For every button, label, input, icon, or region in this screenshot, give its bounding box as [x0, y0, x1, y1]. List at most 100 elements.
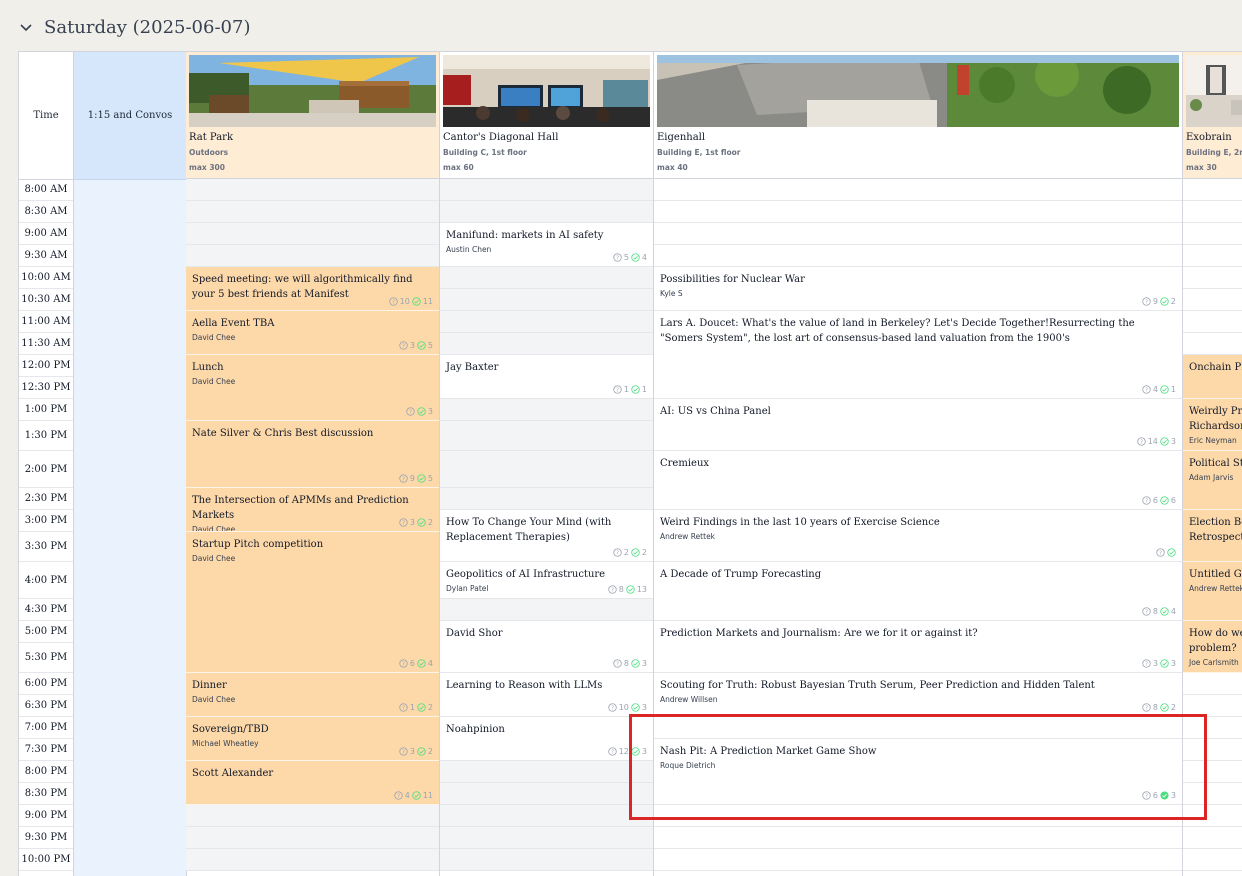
empty-slot[interactable] — [1183, 717, 1242, 739]
event-rsvp-stats[interactable]: ? 12 3 — [608, 747, 647, 756]
room-header-rat-park[interactable]: Rat Park Outdoors max 300 — [186, 52, 440, 179]
event-rsvp-stats[interactable]: ? 8 3 — [613, 659, 647, 668]
convos-column[interactable]: 1:15 and Convos — [74, 52, 187, 876]
empty-slot[interactable] — [654, 827, 1182, 849]
empty-slot[interactable] — [1183, 805, 1242, 827]
empty-slot[interactable] — [186, 849, 439, 871]
event-rsvp-stats[interactable]: ? 3 3 — [1142, 659, 1176, 668]
event-rsvp-stats[interactable]: ? 9 5 — [399, 474, 433, 483]
empty-slot[interactable] — [440, 421, 653, 451]
event-card[interactable]: Aella Event TBA David Chee? 3 5 — [186, 311, 439, 355]
empty-slot[interactable] — [186, 223, 439, 245]
event-card[interactable]: Prediction Markets and Journalism: Are w… — [654, 621, 1182, 673]
event-rsvp-stats[interactable]: ? 3 2 — [399, 518, 433, 527]
room-header-cantors-diagonal-hall[interactable]: Cantor's Diagonal Hall Building C, 1st f… — [440, 52, 654, 179]
event-card[interactable]: Nash Pit: A Prediction Market Game Show R… — [654, 739, 1182, 805]
event-card[interactable]: Lunch David Chee? 3 — [186, 355, 439, 421]
empty-slot[interactable] — [186, 201, 439, 223]
empty-slot[interactable] — [1183, 783, 1242, 805]
empty-slot[interactable] — [440, 805, 653, 827]
event-card[interactable]: Learning to Reason with LLMs? 10 3 — [440, 673, 653, 717]
empty-slot[interactable] — [1183, 179, 1242, 201]
empty-slot[interactable] — [1183, 849, 1242, 871]
event-rsvp-stats[interactable]: ? 10 3 — [608, 703, 647, 712]
event-card[interactable]: How To Change Your Mind (with Replacemen… — [440, 510, 653, 562]
event-rsvp-stats[interactable]: ? 8 4 — [1142, 607, 1176, 616]
event-rsvp-stats[interactable]: ? 1 2 — [399, 703, 433, 712]
empty-slot[interactable] — [1183, 311, 1242, 333]
empty-slot[interactable] — [654, 717, 1182, 739]
event-card[interactable]: Cremieux? 6 6 — [654, 451, 1182, 510]
empty-slot[interactable] — [1183, 245, 1242, 267]
empty-slot[interactable] — [1183, 223, 1242, 245]
empty-slot[interactable] — [440, 179, 653, 201]
event-card[interactable]: Noahpinion? 12 3 — [440, 717, 653, 761]
chevron-down-icon[interactable] — [18, 19, 34, 35]
empty-slot[interactable] — [1183, 673, 1242, 695]
room-header-exobrain[interactable]: Exobrain Building E, 2nd fl max 30 — [1183, 52, 1242, 179]
event-rsvp-stats[interactable]: ? 8 2 — [1142, 703, 1176, 712]
empty-slot[interactable] — [440, 333, 653, 355]
event-rsvp-stats[interactable]: ? 4 11 — [394, 791, 433, 800]
empty-slot[interactable] — [1183, 267, 1242, 289]
event-rsvp-stats[interactable]: ? 3 — [406, 407, 433, 416]
empty-slot[interactable] — [440, 399, 653, 421]
event-rsvp-stats[interactable]: ? 3 2 — [399, 747, 433, 756]
event-card[interactable]: A Decade of Trump Forecasting? 8 4 — [654, 562, 1182, 621]
event-card[interactable]: AI: US vs China Panel? 14 3 — [654, 399, 1182, 451]
empty-slot[interactable] — [186, 827, 439, 849]
empty-slot[interactable] — [654, 179, 1182, 201]
event-card[interactable]: Speed meeting: we will algorithmically f… — [186, 267, 439, 311]
empty-slot[interactable] — [440, 311, 653, 333]
event-rsvp-stats[interactable]: ? 6 4 — [399, 659, 433, 668]
empty-slot[interactable] — [654, 223, 1182, 245]
empty-slot[interactable] — [440, 761, 653, 783]
empty-slot[interactable] — [186, 805, 439, 827]
empty-slot[interactable] — [1183, 201, 1242, 223]
empty-slot[interactable] — [1183, 695, 1242, 717]
event-rsvp-stats[interactable]: ? 6 6 — [1142, 496, 1176, 505]
event-card[interactable]: Scott Alexander? 4 11 — [186, 761, 439, 805]
event-rsvp-stats[interactable]: ? 1 1 — [613, 385, 647, 394]
empty-slot[interactable] — [1183, 333, 1242, 355]
event-card[interactable]: Election Bett Retrospectiv — [1183, 510, 1242, 562]
room-header-eigenhall[interactable]: Eigenhall Building E, 1st floor max 40 — [654, 52, 1183, 179]
empty-slot[interactable] — [654, 805, 1182, 827]
empty-slot[interactable] — [186, 179, 439, 201]
empty-slot[interactable] — [440, 827, 653, 849]
event-card[interactable]: Nate Silver & Chris Best discussion? 9 5 — [186, 421, 439, 488]
empty-slot[interactable] — [1183, 827, 1242, 849]
empty-slot[interactable] — [440, 488, 653, 510]
event-rsvp-stats[interactable]: ? 9 2 — [1142, 297, 1176, 306]
empty-slot[interactable] — [654, 201, 1182, 223]
event-card[interactable]: Lars A. Doucet: What's the value of land… — [654, 311, 1182, 399]
empty-slot[interactable] — [440, 849, 653, 871]
event-card[interactable]: Geopolitics of AI Infrastructure Dylan Pa… — [440, 562, 653, 599]
event-card[interactable]: Possibilities for Nuclear War Kyle S? 9 2 — [654, 267, 1182, 311]
event-card[interactable]: Weirdly Pric Richardson Eric Neyman — [1183, 399, 1242, 451]
event-rsvp-stats[interactable]: ? 8 13 — [608, 585, 647, 594]
event-card[interactable]: Manifund: markets in AI safety Austin Che… — [440, 223, 653, 267]
empty-slot[interactable] — [186, 245, 439, 267]
event-card[interactable]: Jay Baxter? 1 1 — [440, 355, 653, 399]
event-rsvp-stats[interactable]: ? — [1156, 548, 1176, 557]
empty-slot[interactable] — [440, 599, 653, 621]
empty-slot[interactable] — [1183, 739, 1242, 761]
event-rsvp-stats[interactable]: ? 5 4 — [613, 253, 647, 262]
event-card[interactable]: Weird Findings in the last 10 years of E… — [654, 510, 1182, 562]
empty-slot[interactable] — [440, 289, 653, 311]
event-rsvp-stats[interactable]: ? 10 11 — [388, 297, 433, 306]
event-card[interactable]: Sovereign/TBD Michael Wheatley? 3 2 — [186, 717, 439, 761]
event-rsvp-stats[interactable]: ? 2 2 — [613, 548, 647, 557]
event-card[interactable]: Dinner David Chee? 1 2 — [186, 673, 439, 717]
day-header[interactable]: Saturday (2025-06-07) — [18, 8, 250, 46]
empty-slot[interactable] — [654, 849, 1182, 871]
empty-slot[interactable] — [440, 783, 653, 805]
event-card[interactable]: Scouting for Truth: Robust Bayesian Trut… — [654, 673, 1182, 717]
event-rsvp-stats[interactable]: ? 6 3 — [1142, 791, 1176, 800]
empty-slot[interactable] — [440, 201, 653, 223]
empty-slot[interactable] — [440, 451, 653, 488]
event-rsvp-stats[interactable]: ? 3 5 — [399, 341, 433, 350]
empty-slot[interactable] — [1183, 761, 1242, 783]
event-card[interactable]: Untitled Gen Andrew Rettek — [1183, 562, 1242, 621]
